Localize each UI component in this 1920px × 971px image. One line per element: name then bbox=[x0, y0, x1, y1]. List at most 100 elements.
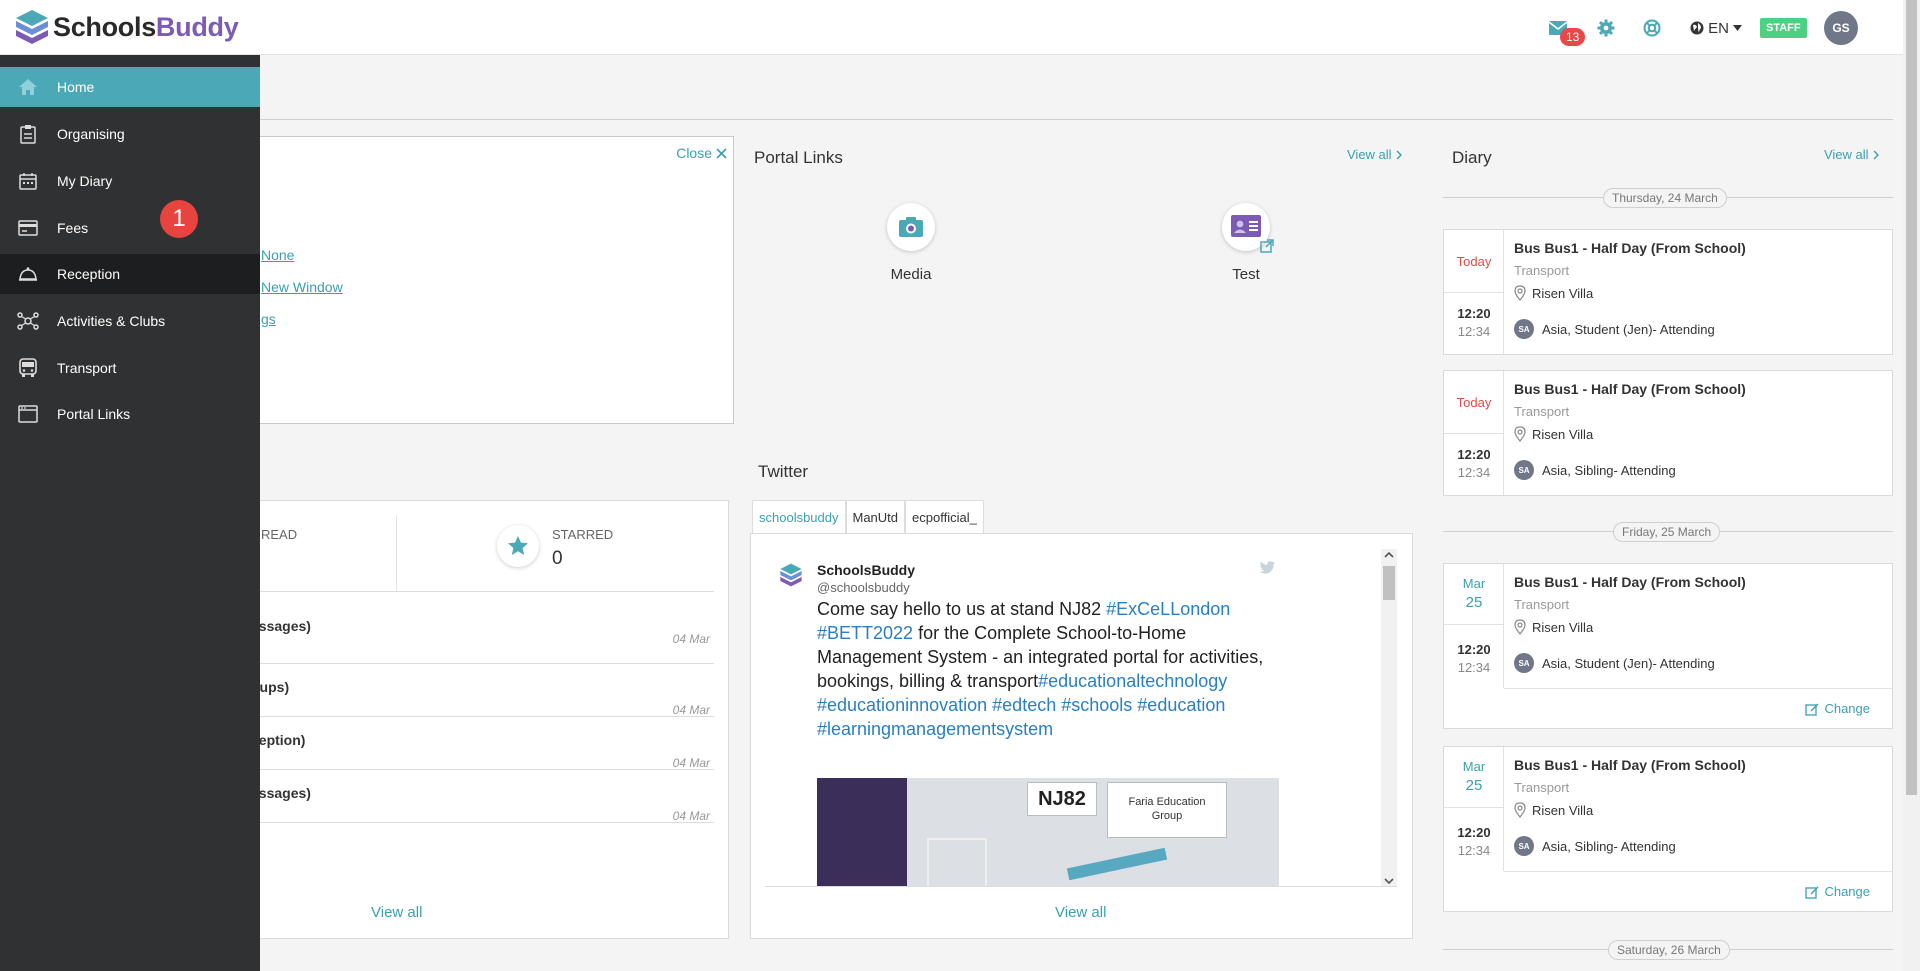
event-end: 12:34 bbox=[1457, 324, 1491, 339]
message-row[interactable]: essages) 04 Mar bbox=[251, 769, 714, 823]
time-divider bbox=[1444, 624, 1504, 625]
tweet-feed[interactable]: SchoolsBuddy @schoolsbuddy Come say hell… bbox=[765, 549, 1397, 887]
location-label: Risen Villa bbox=[1532, 285, 1594, 301]
tweet-avatar-logo-icon bbox=[780, 563, 802, 587]
event-title: Bus Bus1 - Half Day (From School) bbox=[1514, 240, 1746, 256]
diary-event[interactable]: Today 12:20 12:34 Bus Bus1 - Half Day (F… bbox=[1443, 229, 1893, 355]
tweet-scrollbar[interactable] bbox=[1381, 549, 1397, 886]
message-row[interactable]: oups) 04 Mar bbox=[251, 663, 714, 717]
option-link-new-window[interactable]: New Window bbox=[261, 279, 343, 295]
hashtag-link[interactable]: #educationaltechnology bbox=[1038, 671, 1227, 691]
tweet-image[interactable]: NJ82 Faria Education Group bbox=[817, 778, 1279, 886]
portal-links-view-all[interactable]: View all bbox=[1347, 147, 1402, 162]
location-label: Risen Villa bbox=[1532, 802, 1594, 818]
logo-text-b: Buddy bbox=[155, 11, 239, 42]
page-scrollbar[interactable] bbox=[1903, 0, 1920, 971]
hashtag-link[interactable]: #ExCeLLondon bbox=[1106, 599, 1230, 619]
sidebar-item-transport[interactable]: Transport bbox=[0, 348, 260, 388]
hashtag-link[interactable]: #education bbox=[1137, 695, 1225, 715]
map-pin-icon bbox=[1514, 426, 1526, 442]
sidebar-item-home[interactable]: Home bbox=[0, 67, 260, 107]
mail-count-badge: 13 bbox=[1560, 28, 1586, 46]
sidebar-item-portal-links[interactable]: Portal Links bbox=[0, 394, 260, 434]
sidebar-item-organising[interactable]: Organising bbox=[0, 114, 260, 154]
mail-button[interactable]: 13 bbox=[1544, 14, 1586, 46]
portal-link-media-label[interactable]: Media bbox=[861, 266, 961, 283]
sidebar-item-fees[interactable]: Fees bbox=[0, 208, 260, 248]
diary-event[interactable]: Today 12:20 12:34 Bus Bus1 - Half Day (F… bbox=[1443, 370, 1893, 496]
event-attendee: SA Asia, Student (Jen)- Attending bbox=[1514, 653, 1715, 673]
change-button[interactable]: Change bbox=[1805, 884, 1870, 899]
scroll-thumb[interactable] bbox=[1383, 566, 1395, 600]
language-selector[interactable]: EN bbox=[1686, 14, 1746, 42]
tweet-text-part: Come say hello to us at stand NJ82 bbox=[817, 599, 1107, 619]
twitter-view-all[interactable]: View all bbox=[1055, 904, 1106, 921]
close-button[interactable]: Close bbox=[676, 145, 727, 161]
hashtag-link[interactable]: #educationinnovation bbox=[817, 695, 987, 715]
help-button[interactable] bbox=[1638, 14, 1666, 42]
twitter-card: SchoolsBuddy @schoolsbuddy Come say hell… bbox=[750, 533, 1413, 939]
diary-view-all[interactable]: View all bbox=[1824, 147, 1879, 162]
hashtag-link[interactable]: #learningmanagementsystem bbox=[817, 719, 1053, 739]
settings-panel: Close None New Window gs bbox=[250, 136, 734, 424]
messages-view-all[interactable]: View all bbox=[371, 904, 422, 921]
event-title: Bus Bus1 - Half Day (From School) bbox=[1514, 574, 1746, 590]
sidebar-item-label: Transport bbox=[57, 360, 117, 376]
change-button[interactable]: Change bbox=[1805, 701, 1870, 716]
tab-ecpofficial[interactable]: ecpofficial_ bbox=[905, 500, 984, 534]
user-avatar[interactable]: GS bbox=[1824, 11, 1858, 45]
portal-link-media[interactable] bbox=[887, 203, 935, 251]
language-label: EN bbox=[1708, 19, 1729, 37]
attendee-label: Asia, Student (Jen)- Attending bbox=[1542, 655, 1715, 671]
attendee-avatar: SA bbox=[1514, 653, 1534, 673]
scroll-down-icon[interactable] bbox=[1384, 877, 1394, 885]
settings-button[interactable] bbox=[1592, 14, 1620, 42]
date-separator: Thursday, 24 March bbox=[1443, 188, 1893, 208]
sidebar-item-reception[interactable]: Reception bbox=[0, 254, 260, 294]
tab-manutd[interactable]: ManUtd bbox=[845, 500, 906, 534]
hashtag-link[interactable]: #schools bbox=[1061, 695, 1132, 715]
staff-badge: STAFF bbox=[1760, 18, 1807, 38]
tweet-handle[interactable]: @schoolsbuddy bbox=[817, 580, 910, 595]
sidebar-item-label: Reception bbox=[57, 266, 121, 282]
event-category: Transport bbox=[1514, 597, 1570, 612]
tab-schoolsbuddy[interactable]: schoolsbuddy bbox=[752, 500, 846, 534]
portal-link-test[interactable] bbox=[1222, 203, 1274, 253]
sidebar-item-activities-clubs[interactable]: Activities & Clubs bbox=[0, 301, 260, 341]
external-link-icon bbox=[1260, 239, 1274, 253]
time-divider bbox=[1444, 807, 1504, 808]
page-scroll-thumb[interactable] bbox=[1906, 0, 1917, 795]
diary-event[interactable]: Mar 25 12:20 12:34 Bus Bus1 - Half Day (… bbox=[1443, 746, 1893, 912]
message-date: 04 Mar bbox=[672, 809, 710, 823]
hashtag-link[interactable]: #BETT2022 bbox=[817, 623, 913, 643]
date-pill: Saturday, 26 March bbox=[1608, 940, 1730, 960]
date-pill: Friday, 25 March bbox=[1613, 522, 1721, 542]
event-day: Today bbox=[1456, 395, 1492, 410]
schoolsbuddy-logo[interactable]: SchoolsBuddy bbox=[14, 8, 239, 46]
event-actions: Change bbox=[1504, 688, 1892, 728]
portal-link-test-label[interactable]: Test bbox=[1196, 266, 1296, 283]
tweet-author[interactable]: SchoolsBuddy bbox=[817, 562, 915, 578]
attendee-avatar: SA bbox=[1514, 460, 1534, 480]
event-title: Bus Bus1 - Half Day (From School) bbox=[1514, 757, 1746, 773]
event-date: 25 bbox=[1465, 594, 1483, 611]
booth-panel bbox=[817, 778, 907, 886]
event-category: Transport bbox=[1514, 263, 1570, 278]
option-link-settings[interactable]: gs bbox=[261, 311, 276, 327]
option-link-none[interactable]: None bbox=[261, 247, 294, 263]
date-separator: Friday, 25 March bbox=[1443, 522, 1893, 542]
sidebar-item-my-diary[interactable]: My Diary bbox=[0, 161, 260, 201]
hashtag-link[interactable]: #edtech bbox=[992, 695, 1056, 715]
diary-event[interactable]: Mar 25 12:20 12:34 Bus Bus1 - Half Day (… bbox=[1443, 563, 1893, 729]
chevron-right-icon bbox=[1873, 150, 1879, 159]
starred-badge[interactable] bbox=[497, 525, 539, 567]
message-date: 04 Mar bbox=[672, 703, 710, 717]
edit-icon bbox=[1805, 703, 1819, 716]
event-attendee: SA Asia, Sibling- Attending bbox=[1514, 836, 1676, 856]
message-row[interactable]: ception) 04 Mar bbox=[251, 716, 714, 770]
scroll-up-icon[interactable] bbox=[1384, 551, 1394, 559]
event-attendee: SA Asia, Sibling- Attending bbox=[1514, 460, 1676, 480]
map-pin-icon bbox=[1514, 802, 1526, 818]
message-row[interactable]: essages) 04 Mar bbox=[251, 591, 714, 646]
event-day: Today bbox=[1456, 254, 1492, 269]
